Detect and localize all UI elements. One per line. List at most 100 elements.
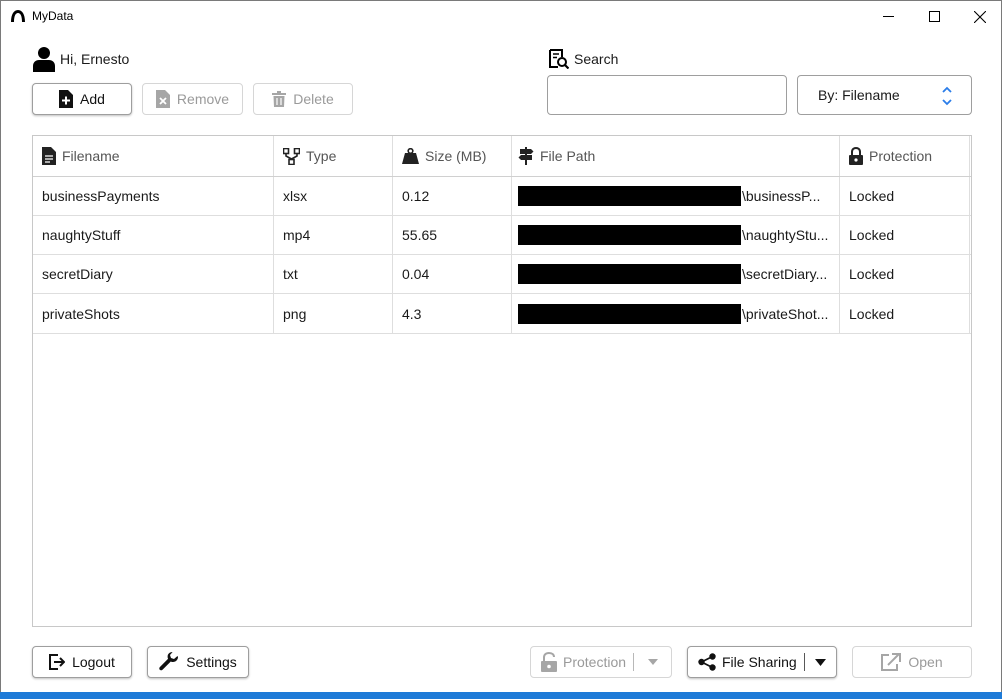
search-heading: Search	[549, 48, 618, 70]
external-link-icon	[881, 653, 902, 671]
column-header-filename[interactable]: Filename	[33, 136, 274, 176]
protection-cell: Locked	[840, 216, 970, 254]
signpost-icon	[518, 147, 534, 165]
redaction-bar	[518, 303, 741, 324]
protection-cell: Locked	[840, 294, 970, 333]
remove-label: Remove	[176, 91, 230, 107]
search-document-icon	[549, 49, 569, 69]
size-cell: 55.65	[393, 216, 512, 254]
lock-icon	[849, 147, 863, 165]
file-path-text: \privateShot...	[742, 305, 829, 322]
column-label: Type	[306, 148, 337, 164]
split-divider	[633, 653, 635, 671]
filename-cell: privateShots	[33, 294, 274, 333]
taskbar-strip	[0, 692, 1002, 699]
type-cell: xlsx	[274, 177, 393, 215]
logout-label: Logout	[72, 654, 115, 670]
file-sharing-split-button[interactable]: File Sharing	[687, 646, 837, 678]
column-header-file-path[interactable]: File Path	[512, 136, 840, 176]
filename-cell: businessPayments	[33, 177, 274, 215]
protection-label: Protection	[563, 654, 627, 670]
app-window: MyData Hi, Ernesto Add Remove Delete Sea…	[0, 0, 1002, 699]
branch-icon	[283, 147, 300, 165]
settings-label: Settings	[186, 654, 237, 670]
column-label: Filename	[62, 148, 120, 164]
file-remove-icon	[155, 90, 170, 108]
open-label: Open	[908, 654, 943, 670]
size-cell: 4.3	[393, 294, 512, 333]
sort-by-select[interactable]: By: Filename	[797, 75, 972, 115]
protection-cell: Locked	[840, 255, 970, 293]
column-header-type[interactable]: Type	[274, 136, 393, 176]
file-path-cell: \privateShot...	[512, 294, 840, 333]
sort-by-value: By: Filename	[818, 87, 900, 103]
table-row[interactable]: businessPayments xlsx 0.12 \businessP...…	[33, 177, 971, 216]
unlock-icon	[541, 652, 557, 672]
wrench-icon	[159, 652, 179, 671]
user-icon	[33, 47, 55, 72]
greeting-text: Hi, Ernesto	[60, 51, 130, 67]
remove-button[interactable]: Remove	[142, 83, 243, 115]
add-button[interactable]: Add	[32, 83, 132, 115]
share-icon	[698, 653, 716, 671]
window-title: MyData	[32, 9, 74, 23]
caret-down-icon	[814, 658, 826, 666]
minimize-icon	[882, 16, 894, 17]
column-label: Size (MB)	[425, 148, 487, 164]
file-path-text: \businessP...	[742, 188, 821, 204]
redaction-bar	[518, 264, 741, 284]
table-header: Filename Type Size (MB) File Path Protec…	[33, 136, 971, 177]
protection-split-button[interactable]: Protection	[530, 646, 672, 678]
open-button[interactable]: Open	[852, 646, 972, 678]
column-header-size[interactable]: Size (MB)	[393, 136, 512, 176]
file-sharing-button[interactable]: File Sharing	[688, 647, 805, 677]
settings-button[interactable]: Settings	[147, 646, 249, 678]
close-button[interactable]	[957, 1, 1002, 32]
minimize-button[interactable]	[865, 1, 911, 32]
file-path-cell: \businessP...	[512, 177, 840, 215]
table-row[interactable]: naughtyStuff mp4 55.65 \naughtyStu... Lo…	[33, 216, 971, 255]
file-icon	[42, 147, 56, 165]
type-cell: png	[274, 294, 393, 333]
file-path-cell: \secretDiary...	[512, 255, 840, 293]
app-logo-icon	[11, 10, 25, 22]
column-label: Protection	[869, 148, 933, 164]
maximize-icon	[928, 11, 940, 22]
add-label: Add	[80, 91, 105, 107]
table-row[interactable]: secretDiary txt 0.04 \secretDiary... Loc…	[33, 255, 971, 294]
search-input[interactable]	[547, 75, 787, 115]
close-icon	[974, 10, 986, 23]
type-cell: mp4	[274, 216, 393, 254]
file-plus-icon	[59, 90, 74, 108]
logout-button[interactable]: Logout	[32, 646, 132, 678]
up-down-chevron-icon	[942, 86, 952, 106]
user-greeting: Hi, Ernesto	[33, 46, 129, 72]
protection-button[interactable]: Protection	[531, 647, 635, 677]
delete-button[interactable]: Delete	[253, 83, 353, 115]
trash-icon	[272, 91, 287, 107]
title-bar: MyData	[1, 1, 1001, 32]
file-sharing-dropdown-toggle[interactable]	[805, 647, 836, 677]
caret-down-icon	[647, 659, 658, 665]
protection-dropdown-toggle[interactable]	[634, 647, 671, 677]
size-cell: 0.12	[393, 177, 512, 215]
type-cell: txt	[274, 255, 393, 293]
weight-icon	[402, 148, 419, 164]
table-row[interactable]: privateShots png 4.3 \privateShot... Loc…	[33, 294, 971, 334]
file-sharing-label: File Sharing	[722, 654, 797, 670]
filename-cell: secretDiary	[33, 255, 274, 293]
file-path-text: \naughtyStu...	[742, 227, 829, 243]
files-table: Filename Type Size (MB) File Path Protec…	[32, 135, 972, 627]
logout-icon	[49, 654, 66, 670]
column-header-protection[interactable]: Protection	[840, 136, 970, 176]
redaction-bar	[518, 225, 741, 245]
split-divider	[803, 653, 805, 671]
file-path-cell: \naughtyStu...	[512, 216, 840, 254]
column-label: File Path	[540, 148, 596, 164]
maximize-button[interactable]	[911, 1, 957, 32]
redaction-bar	[518, 186, 741, 206]
filename-cell: naughtyStuff	[33, 216, 274, 254]
protection-cell: Locked	[840, 177, 970, 215]
delete-label: Delete	[293, 91, 334, 107]
file-path-text: \secretDiary...	[742, 266, 828, 282]
